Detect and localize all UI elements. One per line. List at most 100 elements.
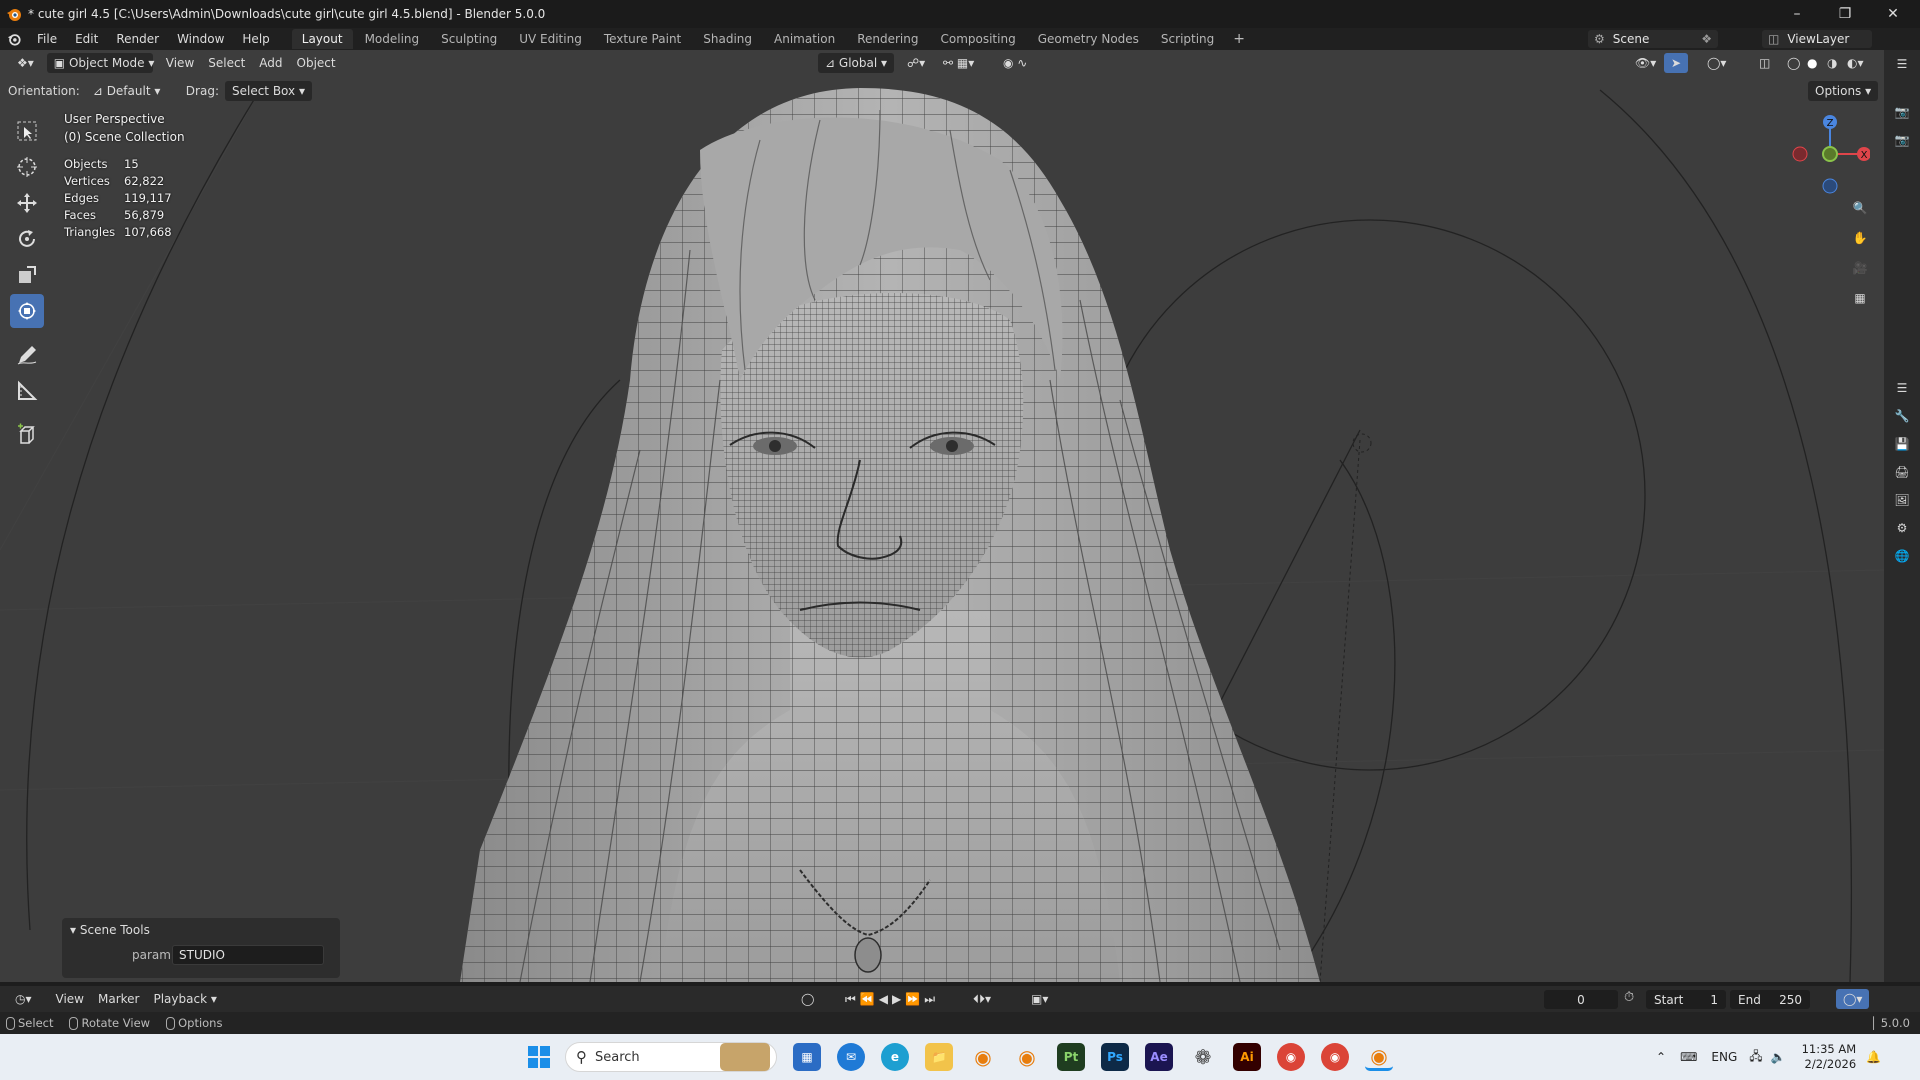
menu-edit[interactable]: Edit bbox=[66, 28, 107, 50]
wrench-icon[interactable]: 🔧 bbox=[1884, 402, 1920, 430]
camera-icon[interactable]: 📷 bbox=[1884, 126, 1920, 154]
tool-properties-icon[interactable]: ☰ bbox=[1884, 374, 1920, 402]
select-box-tool[interactable] bbox=[10, 114, 44, 148]
start-button[interactable] bbox=[525, 1043, 553, 1071]
prev-frame-icon[interactable]: ⏴⏵▾ bbox=[966, 989, 998, 1009]
zoom-view-icon[interactable]: 🔍 bbox=[1846, 194, 1874, 222]
options-dropdown[interactable]: Options ▾ bbox=[1808, 81, 1879, 101]
edge-icon[interactable]: e bbox=[881, 1043, 909, 1071]
timeline-marker-menu[interactable]: Marker bbox=[91, 989, 146, 1009]
world-properties-icon[interactable]: 🌐 bbox=[1884, 542, 1920, 570]
keyboard-icon[interactable]: ⌨ bbox=[1680, 1050, 1697, 1064]
widget-image-icon[interactable] bbox=[720, 1043, 770, 1071]
end-frame-field[interactable]: End 250 bbox=[1730, 990, 1810, 1009]
stopwatch-icon[interactable]: ⏱ bbox=[1624, 990, 1642, 1009]
network-icon[interactable]: 🖧 bbox=[1749, 1047, 1762, 1068]
drag-dropdown[interactable]: Select Box ▾ bbox=[224, 81, 312, 101]
camera-view-icon[interactable]: 🎥 bbox=[1846, 254, 1874, 282]
view-layer-selector[interactable]: ◫ ViewLayer bbox=[1762, 30, 1872, 48]
render-properties-icon[interactable]: 💾 bbox=[1884, 430, 1920, 458]
add-cube-tool[interactable] bbox=[10, 418, 44, 452]
annotate-tool[interactable] bbox=[10, 338, 44, 372]
tab-texture-paint[interactable]: Texture Paint bbox=[594, 29, 691, 49]
tab-layout[interactable]: Layout bbox=[291, 29, 353, 49]
output-properties-icon[interactable]: 🖨 bbox=[1884, 458, 1920, 486]
notification-icon[interactable]: 🔔 bbox=[1866, 1050, 1881, 1064]
3d-viewport[interactable] bbox=[0, 50, 1884, 982]
visibility-icon[interactable]: 👁▾ bbox=[1628, 53, 1663, 73]
substance-painter-icon[interactable]: Pt bbox=[1057, 1043, 1085, 1071]
tab-shading[interactable]: Shading bbox=[693, 29, 762, 49]
tab-geometry-nodes[interactable]: Geometry Nodes bbox=[1028, 29, 1149, 49]
menu-render[interactable]: Render bbox=[107, 28, 168, 50]
menu-window[interactable]: Window bbox=[168, 28, 233, 50]
after-effects-icon[interactable]: Ae bbox=[1145, 1043, 1173, 1071]
view-menu[interactable]: View bbox=[159, 53, 201, 73]
blender-menu-icon[interactable] bbox=[6, 32, 22, 46]
chrome-profile-icon[interactable]: ◉ bbox=[1321, 1043, 1349, 1071]
add-workspace-button[interactable]: + bbox=[1225, 31, 1253, 47]
tab-modeling[interactable]: Modeling bbox=[355, 29, 430, 49]
add-menu[interactable]: Add bbox=[252, 53, 289, 73]
measure-tool[interactable] bbox=[10, 374, 44, 408]
ortho-toggle-icon[interactable]: ▦ bbox=[1846, 284, 1874, 312]
overlays-toggle-icon[interactable]: ◯▾ bbox=[1700, 53, 1733, 73]
tab-scripting[interactable]: Scripting bbox=[1151, 29, 1224, 49]
camera-icon[interactable]: 📷 bbox=[1884, 98, 1920, 126]
store-icon[interactable]: ▦ bbox=[793, 1043, 821, 1071]
play-icon[interactable]: ▶ bbox=[892, 992, 905, 1006]
tab-uv-editing[interactable]: UV Editing bbox=[509, 29, 592, 49]
object-menu[interactable]: Object bbox=[290, 53, 343, 73]
next-keyframe-icon[interactable]: ⏩ bbox=[905, 992, 924, 1006]
blender-active-icon[interactable]: ◉ bbox=[1365, 1043, 1393, 1071]
current-frame-field[interactable]: 0 bbox=[1544, 990, 1618, 1009]
language-indicator[interactable]: ENG bbox=[1711, 1050, 1737, 1064]
move-tool[interactable] bbox=[10, 186, 44, 220]
jump-end-icon[interactable]: ⏭ bbox=[924, 992, 939, 1006]
menu-file[interactable]: File bbox=[28, 28, 66, 50]
scale-tool[interactable] bbox=[10, 258, 44, 292]
overlay-timeline-icon[interactable]: ◯▾ bbox=[1836, 989, 1870, 1009]
tab-sculpting[interactable]: Sculpting bbox=[431, 29, 507, 49]
minimize-icon[interactable]: – bbox=[1774, 0, 1820, 28]
messenger-icon[interactable]: ✉ bbox=[837, 1043, 865, 1071]
chrome-icon[interactable]: ◉ bbox=[1277, 1043, 1305, 1071]
rotate-tool[interactable] bbox=[10, 222, 44, 256]
navigation-gizmo[interactable]: Z X bbox=[1780, 108, 1870, 198]
tab-animation[interactable]: Animation bbox=[764, 29, 845, 49]
maximize-icon[interactable]: ❐ bbox=[1822, 0, 1868, 28]
tab-compositing[interactable]: Compositing bbox=[930, 29, 1025, 49]
view-layer-properties-icon[interactable]: 🖼 bbox=[1884, 486, 1920, 514]
transform-tool[interactable] bbox=[10, 294, 44, 328]
transform-orientation-dropdown[interactable]: ⊿ Global ▾ bbox=[818, 53, 894, 73]
playback-controls[interactable]: ⏮⏪◀▶⏩⏭ bbox=[838, 989, 946, 1009]
scene-selector[interactable]: ⚙ Scene ❖ bbox=[1588, 30, 1718, 48]
scene-properties-icon[interactable]: ⚙ bbox=[1884, 514, 1920, 542]
close-icon[interactable]: ✕ bbox=[1870, 0, 1916, 28]
gizmo-toggle-icon[interactable]: ➤ bbox=[1664, 53, 1689, 73]
blender-app-icon[interactable]: ◉ bbox=[1013, 1043, 1041, 1071]
clock[interactable]: 11:35 AM 2/2/2026 bbox=[1802, 1042, 1857, 1072]
orientation-dropdown[interactable]: ⊿ Default ▾ bbox=[86, 81, 180, 101]
cursor-tool[interactable] bbox=[10, 150, 44, 184]
menu-help[interactable]: Help bbox=[233, 28, 278, 50]
mode-dropdown[interactable]: ▣ Object Mode ▾ bbox=[46, 53, 154, 73]
blender-app-icon[interactable]: ◉ bbox=[969, 1043, 997, 1071]
rendered-shading-icon[interactable]: ◐▾ bbox=[1840, 53, 1871, 73]
timeline-editor-icon[interactable]: ◷▾ bbox=[8, 989, 39, 1009]
volume-icon[interactable]: 🔈 bbox=[1771, 1050, 1786, 1064]
auto-key-icon[interactable]: ▣▾ bbox=[1024, 989, 1055, 1009]
prev-keyframe-icon[interactable]: ⏪ bbox=[860, 992, 879, 1006]
pivot-icon[interactable]: ☍▾ bbox=[900, 53, 932, 73]
start-frame-field[interactable]: Start 1 bbox=[1646, 990, 1726, 1009]
pin-icon[interactable]: ❖ bbox=[1701, 32, 1712, 46]
pan-view-icon[interactable]: ✋ bbox=[1846, 224, 1874, 252]
param-input[interactable] bbox=[172, 945, 324, 965]
zbrush-icon[interactable]: ❁ bbox=[1189, 1043, 1217, 1071]
timeline-view-menu[interactable]: View bbox=[49, 989, 91, 1009]
file-explorer-icon[interactable]: 📁 bbox=[925, 1043, 953, 1071]
redo-panel-header[interactable]: ▾ Scene Tools bbox=[62, 918, 340, 942]
outliner-icon[interactable]: ☰ bbox=[1884, 50, 1920, 78]
snap-icon[interactable]: ⚯ ▦▾ bbox=[936, 53, 981, 73]
jump-start-icon[interactable]: ⏮ bbox=[845, 992, 860, 1006]
